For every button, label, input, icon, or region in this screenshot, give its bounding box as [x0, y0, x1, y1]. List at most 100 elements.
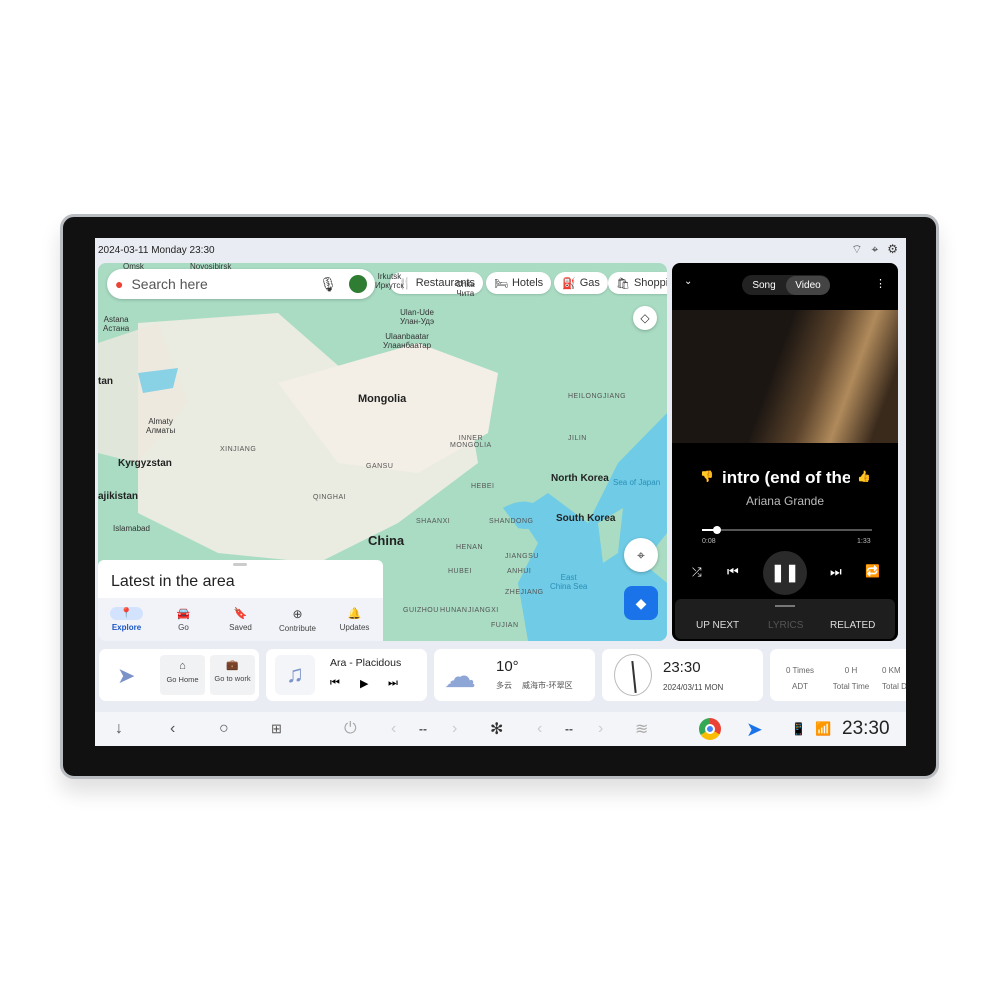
map-label: XINJIANG	[220, 446, 257, 453]
map-label: Kyrgyzstan	[118, 458, 172, 469]
thumbs-down-icon[interactable]: 👎	[700, 470, 714, 483]
chrome-app-icon[interactable]	[699, 718, 721, 740]
map-view[interactable]: ● Search here 🎙 🍴 Restaurants 🛏 Hotels ⛽ Ga…	[98, 263, 667, 641]
map-label: JILIN	[568, 435, 587, 442]
chip-gas[interactable]: ⛽ Gas	[554, 272, 608, 294]
map-label: Sea of Japan	[613, 478, 661, 487]
map-label: North Korea	[551, 473, 609, 484]
driving-stats-widget: 0 TimesADT 0 HTotal Time 0 KMTotal Dista…	[770, 649, 906, 701]
down-arrow-icon[interactable]: ↓	[115, 720, 123, 738]
clock-widget[interactable]: 23:30 2024/03/11 MON	[602, 649, 763, 701]
phone-link-icon[interactable]: 📱	[791, 722, 806, 736]
settings-icon[interactable]: ⚙	[887, 242, 898, 257]
tab-related[interactable]: RELATED	[830, 620, 875, 631]
go-to-work-button[interactable]: 💼 Go to work	[210, 655, 255, 695]
play-icon[interactable]: ▶	[360, 677, 368, 690]
map-label: Mongolia	[358, 393, 407, 405]
sheet-drag-handle[interactable]	[233, 563, 247, 566]
map-label: tan	[98, 376, 113, 387]
directions-button[interactable]: ◆	[624, 586, 658, 620]
tab-lyrics[interactable]: LYRICS	[768, 620, 803, 631]
seek-handle[interactable]	[712, 526, 721, 534]
map-label: QINGHAI	[313, 494, 347, 501]
video-thumbnail[interactable]	[672, 310, 898, 443]
go-home-button[interactable]: ⌂ Go Home	[160, 655, 205, 695]
my-location-button[interactable]: ⌖	[624, 538, 658, 572]
temp-left-decrease-icon[interactable]: ‹	[391, 720, 396, 738]
nav-go[interactable]: 🚘 Go	[155, 598, 212, 641]
music-note-icon: ♫	[275, 655, 315, 695]
stat-total-time: 0 H Total Time	[832, 666, 870, 691]
chip-shopping[interactable]: 🛍Shoppin	[608, 272, 667, 294]
map-label: Irkutsk Иркутск	[375, 272, 404, 290]
track-title: intro (end of the	[722, 468, 850, 487]
nav-updates[interactable]: 🔔 Updates	[326, 598, 383, 641]
home-circle-icon[interactable]: ○	[219, 720, 229, 738]
music-widget[interactable]: ♫ Ara - Placidous ⏮ ▶ ⏭	[266, 649, 427, 701]
map-label: HEILONGJIANG	[568, 393, 627, 400]
gas-pump-icon: ⛽	[562, 277, 576, 290]
map-label: GUIZHOU	[403, 607, 439, 614]
thumbs-up-icon[interactable]: 👍	[857, 470, 871, 483]
map-label: FUJIAN	[491, 622, 519, 629]
nav-saved[interactable]: 🔖 Saved	[212, 598, 269, 641]
drag-handle[interactable]	[775, 605, 795, 607]
pause-button[interactable]: ❚❚	[763, 551, 807, 595]
wifi-icon: ⌔	[851, 242, 863, 256]
weather-condition: 多云	[496, 681, 512, 690]
crosshair-icon: ⌖	[637, 546, 645, 563]
track-artist: Ariana Grande	[745, 494, 825, 508]
status-icons: ⌔ ⌖ ⚙	[851, 242, 898, 257]
maps-pin-logo-icon: ●	[115, 276, 124, 292]
search-input[interactable]: Search here	[131, 276, 319, 292]
temp-right-decrease-icon[interactable]: ‹	[537, 720, 542, 738]
power-icon[interactable]: ⏻	[344, 720, 357, 738]
previous-icon[interactable]: ⏮	[727, 564, 739, 580]
nav-contribute[interactable]: ⊕ Contribute	[269, 598, 326, 641]
next-icon[interactable]: ⏭	[388, 677, 398, 690]
layers-button[interactable]: ◇	[633, 306, 657, 330]
next-icon[interactable]: ⏭	[830, 564, 842, 580]
map-label: East China Sea	[550, 573, 588, 591]
search-bar[interactable]: ● Search here 🎙	[107, 269, 375, 299]
nav-explore[interactable]: 📍 Explore	[98, 598, 155, 641]
temp-right-increase-icon[interactable]: ›	[598, 720, 603, 738]
navigation-arrow-icon[interactable]: ➤	[117, 663, 135, 689]
collapse-chevron-icon[interactable]: ⌄	[684, 276, 692, 287]
repeat-icon[interactable]: 🔁	[865, 564, 880, 578]
briefcase-icon: 💼	[226, 660, 239, 671]
navigation-app-icon[interactable]: ➤	[746, 717, 763, 742]
back-icon[interactable]: ‹	[170, 720, 175, 738]
map-label: SHANDONG	[489, 518, 534, 525]
seat-airflow-icon[interactable]: ≋	[635, 719, 648, 739]
shuffle-icon[interactable]: ⤮	[692, 565, 702, 580]
map-label: Islamabad	[113, 524, 150, 533]
previous-icon[interactable]: ⏮	[330, 677, 340, 690]
wifi-icon[interactable]: 📶	[815, 721, 831, 737]
seek-bar[interactable]	[702, 526, 872, 534]
chip-hotels[interactable]: 🛏 Hotels	[486, 272, 552, 294]
map-label: HUNAN	[440, 607, 468, 614]
map-label: Chita Чита	[456, 280, 475, 298]
bottom-sheet[interactable]: Latest in the area 📍 Explore 🚘 Go 🔖 Saved ⊕…	[98, 560, 383, 641]
weather-widget[interactable]: ☁ 10° 多云 威海市-环翠区	[434, 649, 595, 701]
music-player: ⌄ Song Video ⋮ 👎 intro (end of the 👍 Ari…	[672, 263, 898, 641]
map-label: Ulan-Ude Улан-Удэ	[400, 308, 435, 326]
elapsed-time: 0:08	[702, 538, 716, 545]
avatar[interactable]	[349, 275, 367, 293]
plus-circle-icon: ⊕	[292, 606, 303, 621]
apps-grid-icon[interactable]: ⊞	[271, 721, 282, 737]
sheet-title: Latest in the area	[111, 573, 235, 590]
map-label: Omsk	[123, 263, 144, 271]
map-label: Novosibirsk	[190, 263, 232, 271]
tab-video[interactable]: Video	[786, 275, 830, 295]
mic-icon[interactable]: 🎙	[319, 276, 337, 293]
more-vert-icon[interactable]: ⋮	[875, 277, 886, 290]
tab-up-next[interactable]: UP NEXT	[696, 620, 739, 631]
player-bottom-tabs: UP NEXT LYRICS RELATED	[675, 599, 895, 639]
clock-hand	[631, 661, 637, 693]
temp-left-increase-icon[interactable]: ›	[452, 720, 457, 738]
map-label: GANSU	[366, 463, 394, 470]
fan-icon[interactable]: ✻	[490, 719, 503, 739]
tab-song[interactable]: Song	[742, 280, 786, 291]
